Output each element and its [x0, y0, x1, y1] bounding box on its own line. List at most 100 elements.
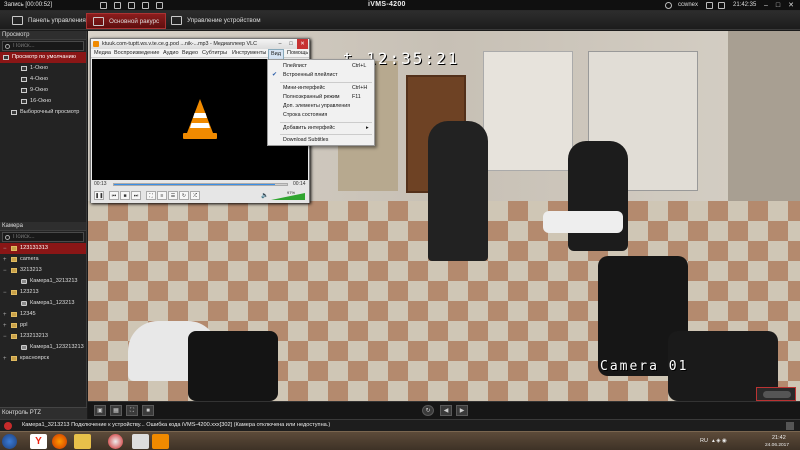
vlc-close-button[interactable]: ✕	[297, 39, 308, 49]
lock-icon[interactable]	[128, 2, 135, 9]
vlc-seek-fill	[114, 184, 275, 185]
expand-icon[interactable]: +	[3, 354, 7, 365]
folder-icon	[11, 290, 17, 295]
vlc-title-bar[interactable]: ktuuk.com-tuptt.ws.v.te.ce.g.pod ...nik-…	[91, 39, 309, 49]
camera-search[interactable]	[2, 232, 84, 242]
explorer-icon[interactable]	[74, 434, 91, 449]
vlc-taskbar-icon[interactable]	[152, 434, 169, 449]
vlc-fullscreen-button[interactable]: ⛶	[146, 191, 156, 200]
vlc-menu-video[interactable]: Видео	[182, 49, 198, 58]
camera-group-item[interactable]: + 12345	[0, 309, 86, 320]
tab-main-view[interactable]: Основной ракурс	[86, 13, 167, 29]
speaker-icon[interactable]: 🔈	[261, 192, 268, 199]
vlc-shuffle-button[interactable]: ⤮	[190, 191, 200, 200]
grid-icon[interactable]: ▦	[110, 405, 122, 416]
preview-search[interactable]	[2, 41, 84, 51]
menu-item-label: Полноэкранный режим	[283, 94, 340, 100]
display-icon[interactable]	[156, 2, 163, 9]
ptz-control-header[interactable]: Контроль PTZ	[0, 407, 87, 419]
camera-item[interactable]: Камера1_123213213	[0, 342, 86, 353]
preview-search-input[interactable]	[3, 42, 83, 50]
vlc-stop-button[interactable]: ■	[120, 191, 130, 200]
tab-control-panel[interactable]: Панель управления	[6, 13, 92, 29]
window-overlay-controls[interactable]	[756, 387, 796, 401]
camera-group-item[interactable]: − 123213	[0, 287, 86, 298]
folder-icon	[11, 356, 17, 361]
camera-header[interactable]: Камера	[0, 222, 86, 231]
vlc-extended-button[interactable]: ≡	[157, 191, 167, 200]
camera-search-input[interactable]	[3, 233, 83, 241]
camera-icon[interactable]	[114, 2, 121, 9]
vlc-prev-button[interactable]: ⏮	[109, 191, 119, 200]
next-page-icon[interactable]: ▶	[456, 405, 468, 416]
layout-icon[interactable]: ▣	[94, 405, 106, 416]
alarm-icon[interactable]	[4, 422, 12, 430]
yandex-icon[interactable]: Y	[30, 434, 47, 449]
keyboard-language[interactable]: RU	[700, 438, 708, 444]
preview-item-default[interactable]: Просмотр по умолчанию	[0, 52, 86, 63]
tray-icons[interactable]: ▴ ◈ ◉	[712, 438, 727, 444]
tools-icon[interactable]	[142, 2, 149, 9]
vlc-menu-subtitles[interactable]: Субтитры	[202, 49, 227, 58]
start-icon[interactable]	[2, 434, 17, 449]
menu-item-advanced-controls[interactable]: Доп. элементы управления	[268, 102, 374, 111]
preview-item-1-window[interactable]: 1-Окно	[0, 63, 86, 74]
cpu-icon	[718, 2, 725, 9]
vlc-loop-button[interactable]: ↻	[179, 191, 189, 200]
vlc-time-elapsed: 00:13	[94, 181, 107, 187]
camera-icon	[21, 279, 27, 284]
preview-item-custom[interactable]: Выборочный просмотр	[0, 107, 86, 118]
record-icon[interactable]	[100, 2, 107, 9]
alarm-icon[interactable]	[706, 2, 713, 9]
camera-group-item[interactable]: + camera	[0, 254, 86, 265]
camera-group-item[interactable]: − 123131313	[0, 243, 86, 254]
app-icon[interactable]	[132, 434, 149, 449]
menu-item-download-subtitles[interactable]: Download Subtitles	[268, 136, 374, 145]
vlc-maximize-button[interactable]: □	[286, 39, 296, 49]
tree-label: 4-Окно	[30, 76, 48, 82]
menu-item-add-interface[interactable]: Добавить интерфейс ▸	[268, 124, 374, 133]
fullscreen-icon[interactable]: ⛶	[126, 405, 138, 416]
preview-header[interactable]: Просмотр	[0, 31, 86, 40]
maximize-button[interactable]: □	[772, 1, 784, 10]
menu-item-minimal-interface[interactable]: Мини-интерфейс Ctrl+H	[268, 84, 374, 93]
camera-group-item[interactable]: + ppl	[0, 320, 86, 331]
menu-item-docked-playlist[interactable]: ✔ Встроенный плейлист	[268, 71, 374, 80]
camera-group-item[interactable]: + красноярск	[0, 353, 86, 364]
refresh-icon[interactable]: ↻	[422, 405, 434, 416]
vlc-menu-playback[interactable]: Воспроизведение	[114, 49, 159, 58]
folder-icon	[11, 323, 17, 328]
expand-icon[interactable]	[786, 422, 794, 430]
vlc-pause-button[interactable]: ❚❚	[94, 191, 104, 200]
vlc-menu-audio[interactable]: Аудио	[163, 49, 179, 58]
stop-all-icon[interactable]: ■	[142, 405, 154, 416]
camera-item[interactable]: Камера1_3213213	[0, 276, 86, 287]
folder-icon	[11, 246, 17, 251]
vlc-menu-help[interactable]: Помощь	[287, 49, 308, 58]
camera-group-item[interactable]: − 3213213	[0, 265, 86, 276]
camera-group-item[interactable]: − 123213213	[0, 331, 86, 342]
vlc-menu-media[interactable]: Медиа	[94, 49, 111, 58]
vlc-menu-tools[interactable]: Инструменты	[232, 49, 266, 58]
vlc-seek-bar[interactable]	[113, 183, 288, 186]
preview-item-16-window[interactable]: 16-Окно	[0, 96, 86, 107]
menu-item-status-bar[interactable]: Строка состояния	[268, 111, 374, 120]
camera-item[interactable]: Камера1_123213	[0, 298, 86, 309]
minimize-button[interactable]: –	[760, 1, 772, 10]
preview-item-4-window[interactable]: 4-Окно	[0, 74, 86, 85]
ivms-icon[interactable]	[108, 434, 123, 449]
vlc-playlist-button[interactable]: ☰	[168, 191, 178, 200]
toggle-icon[interactable]	[763, 391, 791, 398]
tab-device-management[interactable]: Управление устройством	[165, 13, 267, 29]
firefox-icon[interactable]	[52, 434, 67, 449]
folder-icon	[11, 257, 17, 262]
close-button[interactable]: ✕	[785, 1, 797, 10]
vlc-minimize-button[interactable]: –	[275, 39, 285, 49]
control-panel-icon	[12, 16, 23, 25]
preview-item-9-window[interactable]: 9-Окно	[0, 85, 86, 96]
vlc-next-button[interactable]: ⏭	[131, 191, 141, 200]
search-icon	[5, 44, 10, 49]
prev-page-icon[interactable]: ◀	[440, 405, 452, 416]
menu-item-playlist[interactable]: Плейлист Ctrl+L	[268, 62, 374, 71]
menu-item-fullscreen[interactable]: Полноэкранный режим F11	[268, 93, 374, 102]
